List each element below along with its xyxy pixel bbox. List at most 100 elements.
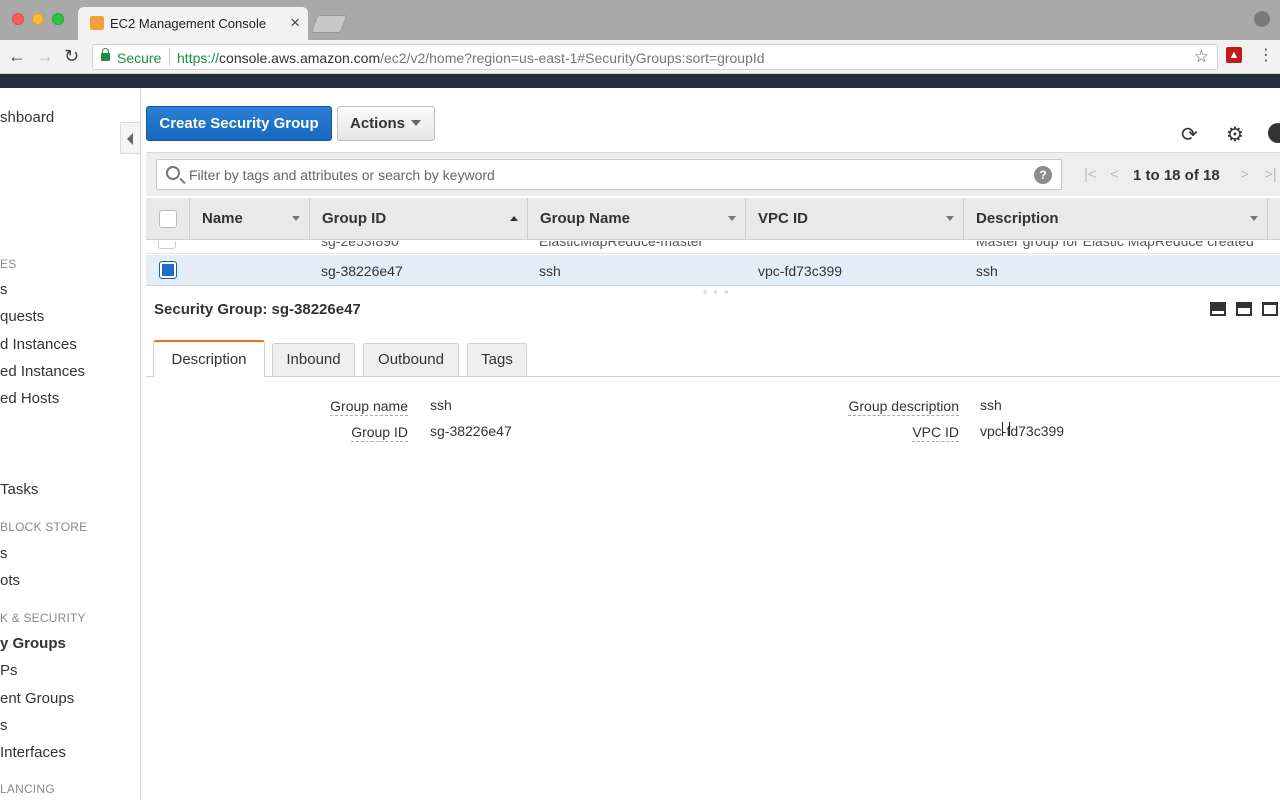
column-label: VPC ID [758,210,809,227]
back-arrow-icon[interactable]: ← [8,46,26,67]
tab-inbound[interactable]: Inbound [272,343,355,377]
sidebar-item-spot-requests[interactable]: quests [0,308,44,325]
pdf-extension-icon[interactable]: ▲ [1226,47,1242,63]
search-input[interactable] [189,164,1029,186]
refresh-icon[interactable]: ⟳ [1181,122,1198,147]
column-label: Group ID [322,210,387,227]
sidebar-heading-load-balancing: LANCING [0,782,55,796]
secure-label: Secure [117,50,162,66]
row-checkbox[interactable] [158,241,176,249]
new-tab-button[interactable] [310,15,348,33]
sidebar-heading-ebs: BLOCK STORE [0,520,88,534]
gear-icon[interactable]: ⚙ [1226,122,1244,147]
cell-group-name: ElasticMapReduce-master [539,241,704,249]
sidebar-heading-network-security: K & SECURITY [0,611,86,625]
pane-splitter-handle[interactable]: ° ° ° [703,290,731,301]
browser-address-bar: ← → ↻ Secure https://console.aws.amazon.… [0,40,1280,74]
profile-icon[interactable] [1254,11,1270,27]
sidebar-item-volumes[interactable]: s [0,545,8,562]
browser-tab[interactable]: EC2 Management Console × [78,7,308,40]
detail-tabs: Description Inbound Outbound Tags [146,340,1280,378]
group-id-value: sg-38226e47 [430,423,512,439]
create-security-group-button[interactable]: Create Security Group [146,106,332,141]
sidebar-item-dedicated-hosts[interactable]: ed Hosts [0,390,59,407]
sidebar-item-security-groups[interactable]: y Groups [0,635,66,652]
sidebar-item-placement-groups[interactable]: ent Groups [0,690,74,707]
sidebar-item-dashboard[interactable]: shboard [0,109,54,126]
cell-description: ssh [976,263,998,279]
prev-page-icon[interactable]: < [1110,166,1119,183]
group-name-value: ssh [430,397,452,413]
url-text: https://console.aws.amazon.com/ec2/v2/ho… [177,50,765,66]
filter-help-icon[interactable]: ? [1034,166,1052,184]
tab-tags[interactable]: Tags [467,343,527,377]
browser-tab-title: EC2 Management Console [110,16,267,31]
group-id-label: Group ID [351,424,408,442]
layout-bottom-icon[interactable] [1210,302,1226,316]
sidebar-collapse-handle[interactable] [120,122,140,154]
row-checkbox[interactable] [159,261,177,279]
layout-full-icon[interactable] [1262,302,1278,316]
column-header-group-name[interactable]: Group Name [528,198,746,240]
filter-bar: ? |< < 1 to 18 of 18 > >| [146,152,1280,196]
vpc-id-value[interactable]: vpc-fd73c399 [980,423,1064,439]
sidebar-item-reserved-instances[interactable]: d Instances [0,336,77,353]
tab-description[interactable]: Description [153,340,265,378]
layout-split-icon[interactable] [1236,302,1252,316]
actions-label: Actions [350,115,406,132]
search-box[interactable]: ? [156,159,1062,190]
url-divider [169,48,170,66]
first-page-icon[interactable]: |< [1084,166,1097,183]
help-circle-icon[interactable] [1268,123,1280,143]
cell-vpc-id: vpc-fd73c399 [758,263,843,279]
minimize-window-button[interactable] [32,13,44,25]
group-description-value: ssh [980,397,1002,413]
table-row[interactable]: sg-2e53f890 ElasticMapReduce-master Mast… [146,241,1280,254]
sort-caret-icon [946,216,954,221]
column-label: Group Name [540,210,631,227]
column-header-name[interactable]: Name [190,198,310,240]
actions-dropdown-button[interactable]: Actions [337,106,435,141]
url-host: console.aws.amazon.com [219,50,381,66]
forward-arrow-icon[interactable]: → [36,46,54,67]
sidebar-item-network-interfaces[interactable]: Interfaces [0,744,66,761]
maximize-window-button[interactable] [52,13,64,25]
group-name-label: Group name [330,398,408,416]
column-header-vpc-id[interactable]: VPC ID [746,198,964,240]
vpc-id-label: VPC ID [912,424,959,442]
table-row-selected[interactable]: sg-38226e47 ssh vpc-fd73c399 ssh [146,255,1280,286]
cell-description: Master group for Elastic MapReduce creat… [976,241,1254,249]
bookmark-star-icon[interactable]: ☆ [1194,47,1209,67]
aws-top-nav [0,74,1280,88]
cell-group-name: ssh [539,263,561,279]
tab-outbound[interactable]: Outbound [363,343,459,377]
sidebar-item-elastic-ips[interactable]: Ps [0,662,18,679]
ec2-sidebar: shboard ES s quests d Instances ed Insta… [0,88,141,800]
column-header-group-id[interactable]: Group ID [310,198,528,240]
sidebar-item-key-pairs[interactable]: s [0,717,8,734]
column-label: Name [202,210,243,227]
sort-caret-icon [292,216,300,221]
close-window-button[interactable] [12,13,24,25]
reload-icon[interactable]: ↻ [64,46,79,67]
sidebar-item-bundle-tasks[interactable]: Tasks [0,481,38,498]
column-header-description[interactable]: Description [964,198,1268,240]
sort-caret-icon [1250,216,1258,221]
table-header: Name Group ID Group Name VPC ID Descript… [146,198,1280,240]
last-page-icon[interactable]: >| [1264,166,1277,183]
sidebar-item-snapshots[interactable]: ots [0,572,20,589]
url-bar[interactable]: Secure https://console.aws.amazon.com/ec… [92,44,1218,70]
tab-close-icon[interactable]: × [290,13,300,33]
sidebar-item-instances[interactable]: s [0,281,8,298]
column-label: Description [976,210,1059,227]
url-path: /ec2/v2/home?region=us-east-1#SecurityGr… [380,50,765,66]
sidebar-item-scheduled-instances[interactable]: ed Instances [0,363,85,380]
browser-menu-icon[interactable]: ⋮ [1258,45,1274,65]
page-info: 1 to 18 of 18 [1133,167,1220,184]
lock-icon [101,48,110,61]
aws-favicon-icon [90,16,104,30]
sort-ascending-icon [510,216,518,221]
url-scheme: https:// [177,50,220,66]
select-all-checkbox[interactable] [159,210,177,228]
next-page-icon[interactable]: > [1240,166,1249,183]
